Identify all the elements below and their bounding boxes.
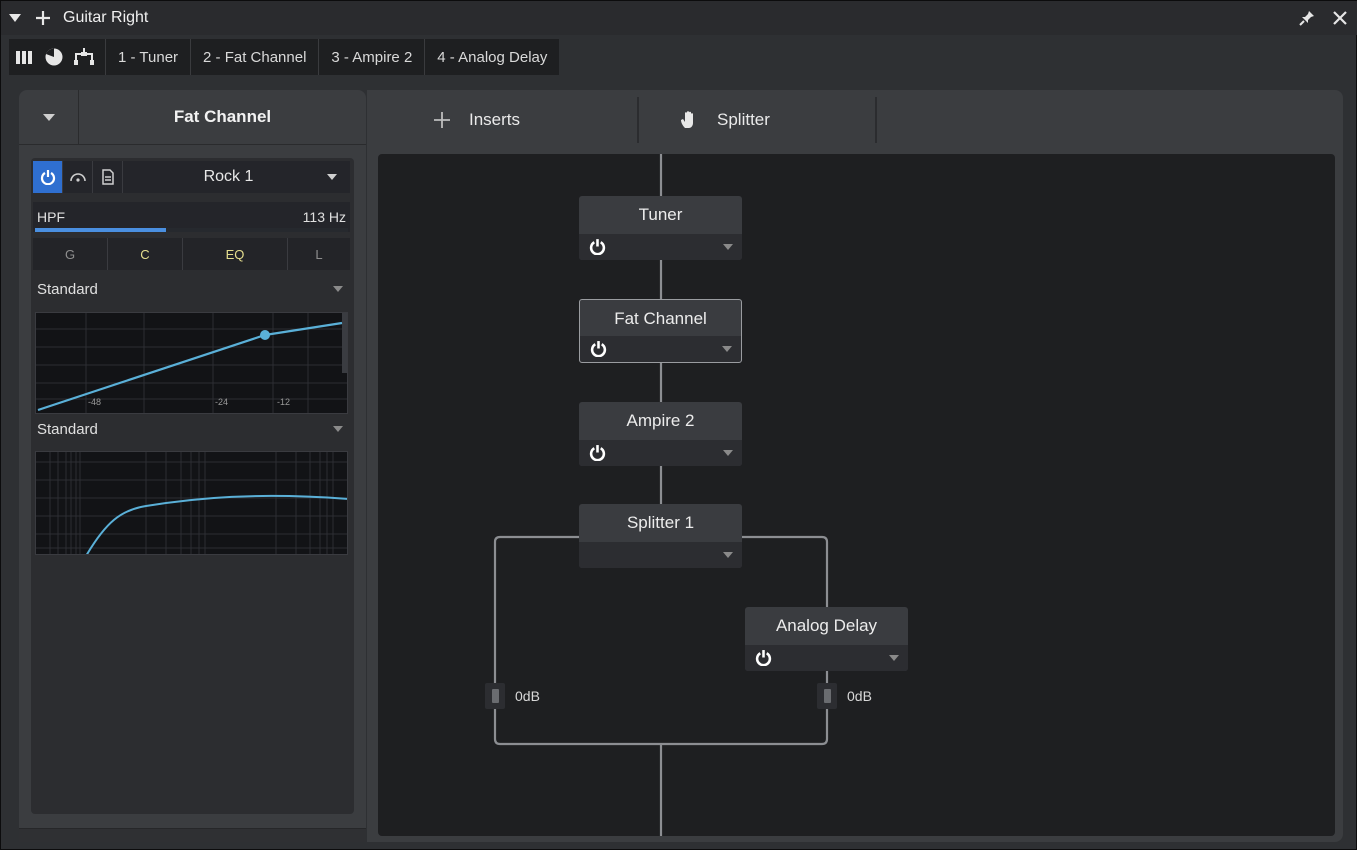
- triangle-down-icon[interactable]: [722, 551, 734, 559]
- hand-icon: [681, 111, 693, 128]
- inserts-label: Inserts: [469, 110, 521, 129]
- panel-footer: [19, 828, 366, 842]
- pin-icon[interactable]: [1298, 9, 1316, 27]
- eq-curve-svg: [36, 452, 347, 554]
- preset-name[interactable]: Rock 1: [123, 168, 314, 186]
- toolbar-divider: [875, 97, 877, 143]
- tab-analog-delay[interactable]: 4 - Analog Delay: [424, 39, 560, 75]
- module-compressor-button[interactable]: C: [108, 238, 183, 270]
- triangle-down-icon: [42, 113, 55, 121]
- module-limiter-button[interactable]: L: [288, 238, 350, 270]
- power-icon[interactable]: [755, 649, 772, 666]
- power-icon[interactable]: [589, 444, 606, 461]
- plus-icon: [434, 112, 450, 128]
- module-eq-button[interactable]: EQ: [183, 238, 288, 270]
- plugin-node-fat-channel[interactable]: Fat Channel: [579, 299, 742, 363]
- plugin-node-tuner[interactable]: Tuner: [579, 196, 742, 260]
- eq-model-select[interactable]: Standard: [33, 416, 350, 442]
- hpf-value: 113 Hz: [302, 209, 346, 225]
- add-button[interactable]: [29, 1, 57, 35]
- compressor-threshold-handle[interactable]: [260, 330, 270, 340]
- preset-dropdown-button[interactable]: [314, 173, 350, 181]
- title-bar: Guitar Right: [1, 1, 1357, 35]
- fat-channel-mini-view: Rock 1 HPF 113 Hz G C EQ L Standard -48 …: [31, 158, 354, 814]
- routing-canvas[interactable]: Tuner Fat Channel Ampire 2 Splitter 1 An…: [378, 154, 1335, 836]
- gauge-icon: [69, 173, 86, 182]
- splitter-node[interactable]: Splitter 1: [579, 504, 742, 568]
- node-title: Ampire 2: [626, 411, 695, 430]
- preset-file-button[interactable]: [93, 161, 123, 193]
- eq-model-label: Standard: [37, 420, 98, 438]
- mixer-view-icon: [16, 51, 32, 64]
- power-icon[interactable]: [590, 340, 607, 357]
- triangle-down-icon: [333, 426, 343, 432]
- plugin-window: Guitar Right 1 - Tuner 2 - Fat Channel 3…: [0, 0, 1357, 850]
- gain-fader[interactable]: [817, 683, 837, 709]
- split-gain-left[interactable]: 0dB: [485, 683, 540, 709]
- comp-tick-label: -12: [277, 397, 290, 407]
- node-title: Splitter 1: [626, 513, 695, 532]
- plugin-node-analog-delay[interactable]: Analog Delay: [745, 607, 908, 671]
- plus-icon: [36, 11, 50, 25]
- tab-tuner[interactable]: 1 - Tuner: [105, 39, 191, 75]
- compressor-model-label: Standard: [37, 280, 98, 298]
- compressor-curve-graph[interactable]: -48 -24 -12: [35, 312, 348, 414]
- hpf-slider-fill: [35, 228, 167, 232]
- routing-area: Inserts Splitter Tuner Fat Channel Ampir…: [367, 90, 1343, 842]
- mixer-view-button[interactable]: [9, 39, 39, 75]
- gain-fader[interactable]: [485, 683, 505, 709]
- add-splitter-button[interactable]: Splitter: [639, 98, 875, 142]
- comp-tick-label: -48: [88, 397, 101, 407]
- node-title: Fat Channel: [614, 309, 707, 328]
- module-selector: G C EQ L: [33, 238, 350, 270]
- triangle-down-icon[interactable]: [721, 345, 733, 353]
- node-title: Tuner: [638, 205, 683, 224]
- triangle-down-icon: [327, 174, 337, 180]
- plugin-node-ampire-2[interactable]: Ampire 2: [579, 402, 742, 466]
- routing-view-icon: [74, 48, 94, 65]
- power-icon: [40, 170, 55, 185]
- split-gain-right[interactable]: 0dB: [817, 683, 872, 709]
- comp-tick-label: -24: [215, 397, 228, 407]
- routing-view-button[interactable]: [69, 39, 99, 75]
- pie-view-icon: [45, 48, 63, 66]
- plugin-name: Fat Channel: [173, 107, 272, 126]
- triangle-down-icon: [9, 14, 21, 22]
- add-inserts-button[interactable]: Inserts: [367, 98, 637, 142]
- close-icon[interactable]: [1332, 10, 1348, 26]
- routing-toolbar: Inserts Splitter: [367, 90, 1343, 150]
- hpf-slider[interactable]: [35, 228, 348, 232]
- hpf-label: HPF: [37, 209, 65, 225]
- plugin-panel-header: Fat Channel: [19, 89, 366, 145]
- module-gate-button[interactable]: G: [33, 238, 108, 270]
- collapse-button[interactable]: [1, 1, 29, 35]
- eq-curve-graph[interactable]: [35, 451, 348, 555]
- splitter-label: Splitter: [717, 110, 770, 129]
- triangle-down-icon: [333, 286, 343, 292]
- document-icon: [101, 169, 114, 185]
- compare-button[interactable]: [63, 161, 93, 193]
- node-title: Analog Delay: [775, 616, 878, 635]
- window-title: Guitar Right: [63, 9, 149, 26]
- preset-bar: Rock 1: [33, 161, 350, 193]
- hpf-control[interactable]: HPF 113 Hz: [33, 202, 350, 232]
- triangle-down-icon[interactable]: [722, 449, 734, 457]
- triangle-down-icon[interactable]: [722, 243, 734, 251]
- compressor-curve-svg: -48 -24 -12: [36, 313, 347, 413]
- plugin-power-button[interactable]: [33, 161, 63, 193]
- insert-tab-bar: 1 - Tuner 2 - Fat Channel 3 - Ampire 2 4…: [9, 39, 560, 75]
- plugin-panel: Fat Channel Rock 1 HPF 113 Hz G C EQ L S…: [19, 89, 366, 842]
- pie-view-button[interactable]: [39, 39, 69, 75]
- gain-value: 0dB: [847, 688, 872, 704]
- compressor-model-select[interactable]: Standard: [33, 276, 350, 302]
- plugin-menu-button[interactable]: [19, 89, 79, 145]
- routing-wires: [493, 154, 829, 836]
- tab-ampire-2[interactable]: 3 - Ampire 2: [318, 39, 425, 75]
- gain-value: 0dB: [515, 688, 540, 704]
- triangle-down-icon[interactable]: [888, 654, 900, 662]
- power-icon[interactable]: [589, 238, 606, 255]
- tab-fat-channel[interactable]: 2 - Fat Channel: [190, 39, 319, 75]
